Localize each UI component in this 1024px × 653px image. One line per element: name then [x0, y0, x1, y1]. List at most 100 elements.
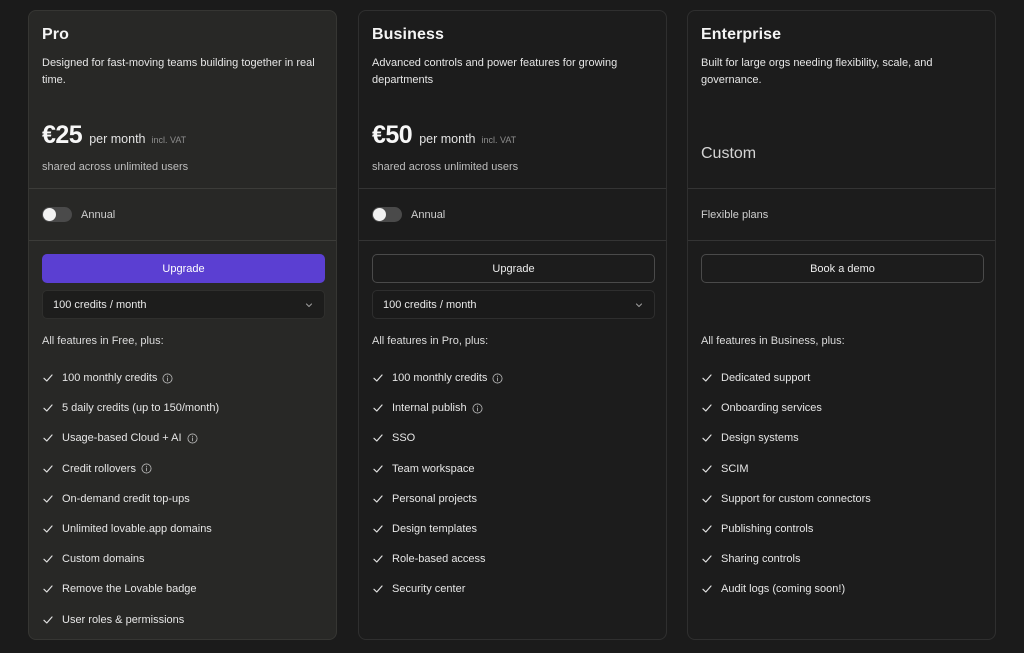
check-icon — [43, 434, 53, 443]
shared-note: shared across unlimited users — [372, 161, 519, 173]
check-icon — [373, 525, 383, 533]
feature-label: Internal publish — [392, 402, 467, 415]
feature-item: Sharing controls — [701, 544, 871, 574]
price-period: per month — [419, 132, 476, 146]
toggle-knob — [43, 208, 56, 221]
check-icon — [43, 525, 53, 533]
book-demo-button[interactable]: Book a demo — [701, 254, 984, 283]
info-icon[interactable] — [162, 373, 173, 384]
check-icon — [702, 555, 712, 563]
divider — [688, 188, 995, 189]
feature-item: 100 monthly credits — [372, 363, 503, 393]
chevron-down-icon — [305, 302, 313, 307]
check-icon — [43, 585, 53, 594]
feature-label: Custom domains — [62, 553, 145, 566]
feature-label: On-demand credit top-ups — [62, 492, 190, 505]
divider — [29, 240, 336, 241]
annual-label: Annual — [81, 208, 116, 221]
pricing-plans: Pro Designed for fast-moving teams build… — [0, 0, 1024, 653]
plan-title: Enterprise — [701, 26, 782, 43]
check-icon — [702, 525, 712, 533]
features-heading: All features in Free, plus: — [42, 335, 164, 347]
check-icon — [373, 555, 383, 563]
feature-label: Publishing controls — [721, 523, 814, 536]
annual-label: Annual — [411, 208, 446, 221]
feature-label: Dedicated support — [721, 372, 811, 385]
check-icon — [43, 374, 53, 382]
annual-toggle-row: Annual — [372, 207, 445, 222]
check-icon — [373, 585, 383, 594]
vat-note: incl. VAT — [151, 135, 187, 145]
feature-item: Unlimited lovable.app domains — [42, 514, 219, 544]
feature-list: 100 monthly credits 5 daily credits (up t… — [42, 363, 219, 635]
check-icon — [43, 615, 53, 624]
upgrade-button[interactable]: Upgrade — [372, 254, 655, 283]
plan-description: Advanced controls and power features for… — [372, 57, 618, 86]
feature-item: Credit rollovers — [42, 454, 219, 484]
plan-card-business: Business Advanced controls and power fea… — [358, 10, 667, 640]
feature-label: SSO — [392, 432, 416, 445]
feature-label: 100 monthly credits — [62, 372, 158, 385]
info-icon[interactable] — [492, 373, 503, 384]
plan-description: Built for large orgs needing flexibility… — [701, 57, 933, 86]
info-icon[interactable] — [141, 463, 152, 474]
plan-description: Designed for fast-moving teams building … — [42, 57, 315, 86]
toggle-knob — [373, 208, 386, 221]
feature-item: Internal publish — [372, 393, 503, 423]
flexible-plans-label: Flexible plans — [701, 209, 769, 221]
annual-toggle-row: Annual — [42, 207, 115, 222]
check-icon — [702, 434, 712, 443]
feature-item: On-demand credit top-ups — [42, 484, 219, 514]
price-period: per month — [89, 132, 146, 146]
feature-item: Onboarding services — [701, 393, 871, 423]
feature-label: Onboarding services — [721, 402, 822, 415]
annual-toggle[interactable] — [42, 207, 72, 222]
shared-note: shared across unlimited users — [42, 161, 189, 173]
check-icon — [702, 585, 712, 594]
info-icon[interactable] — [187, 433, 198, 444]
credits-select-value: 100 credits / month — [383, 298, 477, 311]
divider — [359, 188, 666, 189]
feature-label: Credit rollovers — [62, 462, 136, 475]
price-row: €50 per month incl. VAT — [372, 121, 516, 150]
feature-item: Usage-based Cloud + AI — [42, 423, 219, 453]
feature-label: Support for custom connectors — [721, 492, 871, 505]
check-icon — [43, 495, 53, 503]
feature-item: Publishing controls — [701, 514, 871, 544]
info-icon[interactable] — [472, 403, 483, 414]
feature-item: Design templates — [372, 514, 503, 544]
feature-label: Usage-based Cloud + AI — [62, 432, 182, 445]
feature-item: Personal projects — [372, 484, 503, 514]
check-icon — [702, 374, 712, 382]
check-icon — [702, 495, 712, 503]
credits-select[interactable]: 100 credits / month — [372, 290, 655, 319]
feature-label: 5 daily credits (up to 150/month) — [62, 402, 220, 415]
plan-price: €50 — [372, 121, 413, 149]
annual-toggle[interactable] — [372, 207, 402, 222]
feature-label: SCIM — [721, 462, 749, 475]
upgrade-button[interactable]: Upgrade — [42, 254, 325, 283]
plan-price: €25 — [42, 121, 83, 149]
credits-select-value: 100 credits / month — [53, 298, 147, 311]
divider — [29, 188, 336, 189]
feature-label: Design systems — [721, 432, 799, 445]
divider — [359, 240, 666, 241]
feature-label: Team workspace — [392, 462, 475, 475]
feature-label: 100 monthly credits — [392, 372, 488, 385]
feature-list: 100 monthly credits Internal publish SSO Te… — [372, 363, 503, 605]
feature-item: Design systems — [701, 423, 871, 453]
price-row: €25 per month incl. VAT — [42, 121, 186, 150]
feature-item: Team workspace — [372, 454, 503, 484]
credits-select[interactable]: 100 credits / month — [42, 290, 325, 319]
feature-label: Unlimited lovable.app domains — [62, 523, 212, 536]
check-icon — [43, 555, 53, 563]
check-icon — [43, 404, 53, 412]
feature-item: 5 daily credits (up to 150/month) — [42, 393, 219, 423]
plan-title: Business — [372, 26, 444, 43]
features-heading: All features in Pro, plus: — [372, 335, 489, 347]
feature-label: Personal projects — [392, 492, 477, 505]
feature-label: Security center — [392, 583, 466, 596]
feature-label: Design templates — [392, 523, 477, 536]
feature-item: 100 monthly credits — [42, 363, 219, 393]
feature-label: User roles & permissions — [62, 613, 185, 626]
